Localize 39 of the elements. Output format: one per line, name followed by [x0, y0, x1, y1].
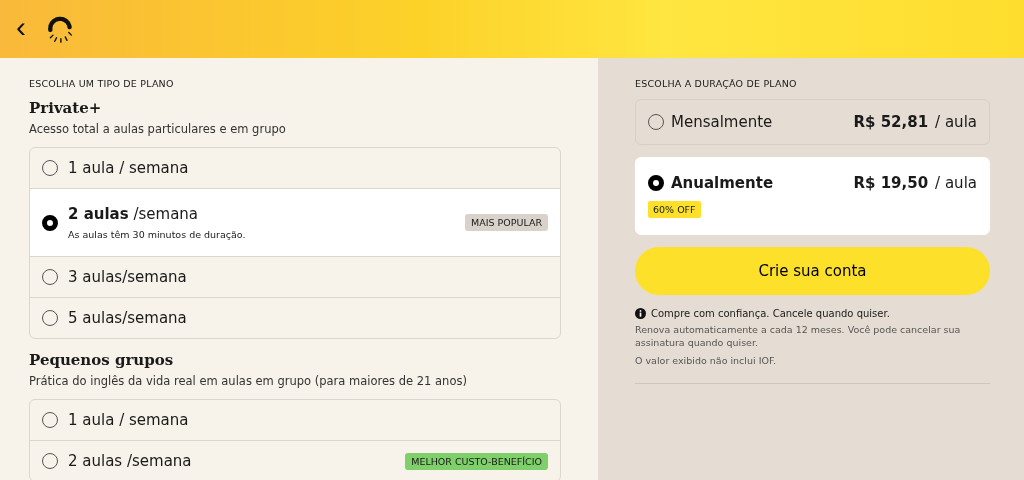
plan-tag: MELHOR CUSTO-BENEFÍCIO [405, 452, 548, 470]
notice-text: Renova automaticamente a cada 12 meses. Você pode cancelar sua assinatura quando quiser. [635, 323, 962, 350]
duration-label: Mensalmente [671, 113, 774, 131]
section-label: ESCOLHA A DURAÇÃO DE PLANO [635, 78, 798, 89]
plan-option[interactable]: 1 aula / semana [30, 148, 560, 188]
price: R$ 52,81 [853, 113, 929, 131]
radio-button[interactable] [42, 214, 58, 231]
plan-option-label: 1 aula / semana [68, 411, 190, 429]
plan-group-description: Prática do inglês da vida real em aulas em grupo (para maiores de 21 anos) [29, 374, 468, 388]
plan-group-description: Acesso total a aulas particulares e em grupo [29, 122, 287, 136]
plan-group-title: Private+ [29, 99, 103, 117]
plan-tag: MAIS POPULAR [464, 214, 548, 231]
info-icon [635, 308, 646, 319]
plan-option-label: 1 aula / semana [68, 159, 190, 177]
plan-option-note: As aulas têm 30 minutos de duração. [68, 229, 247, 240]
plan-option[interactable]: 2 aulas /semana As aulas têm 30 minutos de duração. MAIS POPULAR [30, 188, 560, 256]
discount-tag: 60% OFF [648, 201, 701, 218]
plan-option[interactable]: 2 aulas /semana MELHOR CUSTO-BENEFÍCIO [30, 440, 560, 480]
duration-option[interactable]: Anualmente R$ 19,50 / aula 60% OFF [635, 157, 990, 235]
radio-button[interactable] [648, 175, 664, 191]
notice-title: Compre com confiança. Cancele quando quiser. [651, 308, 890, 319]
plan-option[interactable]: 1 aula / semana [30, 400, 560, 440]
duration-label: Anualmente [671, 174, 775, 192]
plan-option[interactable]: 5 aulas/semana [30, 297, 560, 338]
duration-option[interactable]: Mensalmente R$ 52,81 / aula [635, 99, 990, 145]
plan-option[interactable]: 3 aulas/semana [30, 256, 560, 297]
plan-option-label: 2 aulas /semana [68, 452, 193, 470]
price: R$ 19,50 [853, 174, 929, 192]
plan-option-label: 3 aulas/semana [68, 268, 188, 286]
price-unit: / aula [935, 113, 977, 131]
logo-icon [46, 15, 74, 43]
plan-option-label: 5 aulas/semana [68, 309, 188, 327]
section-label: ESCOLHA UM TIPO DE PLANO [29, 78, 175, 89]
notice-text: O valor exibido não inclui IOF. [635, 353, 777, 367]
plan-group-title: Pequenos grupos [29, 351, 175, 369]
back-button[interactable]: ‹ [12, 12, 30, 46]
plan-option-label: 2 aulas /semana [68, 205, 200, 223]
price-unit: / aula [935, 174, 977, 192]
create-account-button[interactable]: Crie sua conta [635, 247, 990, 295]
